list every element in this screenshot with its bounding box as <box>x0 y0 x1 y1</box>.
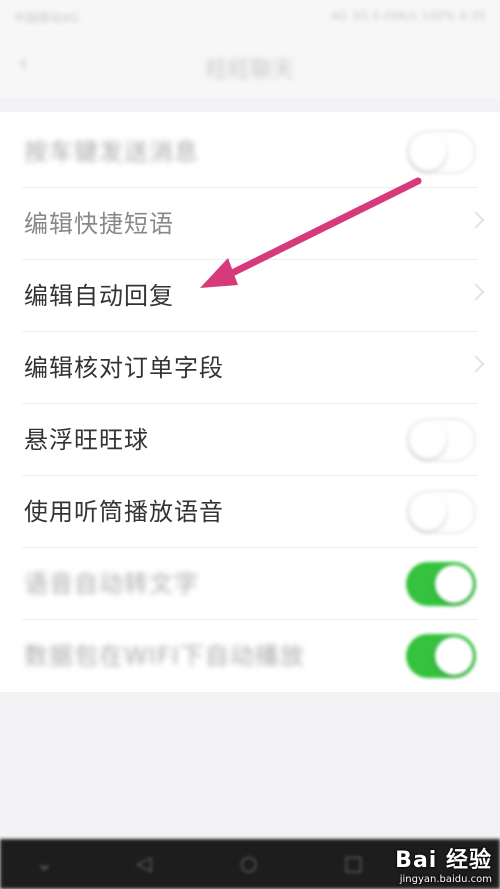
settings-row-label: 数据包在WIFI下自动播放 <box>24 642 305 670</box>
send-key-toggle[interactable] <box>406 130 476 174</box>
settings-row-label: 按车键发送消息 <box>24 138 199 166</box>
watermark: Bai 经验 jingyan.baidu.com <box>395 842 492 885</box>
floating-ball-toggle[interactable] <box>406 418 476 462</box>
settings-row-label: 语音自动转文字 <box>24 570 199 598</box>
settings-row-wifi-autoplay[interactable]: 数据包在WIFI下自动播放 <box>0 620 500 692</box>
settings-row-label: 悬浮旺旺球 <box>24 426 149 454</box>
settings-row-quick-phrases[interactable]: 编辑快捷短语 <box>0 188 500 260</box>
status-bar: 中国移动4G 4G 3G 0.00K/s 100% 4:35 <box>0 0 500 34</box>
recent-apps-icon[interactable]: □ <box>344 851 363 875</box>
settings-row-label: 使用听筒播放语音 <box>24 498 224 526</box>
settings-row-auto-reply[interactable]: 编辑自动回复 <box>0 260 500 332</box>
settings-row-send-key[interactable]: 按车键发送消息 <box>0 116 500 188</box>
watermark-brand: Bai 经验 <box>395 848 492 873</box>
toggle-knob <box>410 422 446 458</box>
settings-row-voice-to-text[interactable]: 语音自动转文字 <box>0 548 500 620</box>
toggle-knob <box>410 134 446 170</box>
watermark-url: jingyan.baidu.com <box>399 874 492 885</box>
toggle-knob <box>435 565 473 603</box>
carrier-text: 中国移动4G <box>14 11 79 25</box>
menu-icon[interactable]: ⌄ <box>36 851 53 875</box>
wifi-autoplay-toggle[interactable] <box>406 634 476 678</box>
chevron-right-icon <box>467 211 485 229</box>
back-icon[interactable]: ◁ <box>136 851 151 875</box>
voice-to-text-toggle[interactable] <box>406 562 476 606</box>
settings-row-order-fields[interactable]: 编辑核对订单字段 <box>0 332 500 404</box>
toggle-knob <box>435 637 473 675</box>
settings-row-label: 编辑快捷短语 <box>24 210 174 238</box>
header: ‹ 旺旺聊天 <box>0 34 500 98</box>
settings-list: 按车键发送消息 编辑快捷短语 编辑自动回复 编辑核对订单字段 悬浮旺旺球 使用听… <box>0 112 500 692</box>
settings-row-floating-ball[interactable]: 悬浮旺旺球 <box>0 404 500 476</box>
chevron-right-icon <box>467 283 485 301</box>
home-icon[interactable]: ○ <box>240 851 257 875</box>
chevron-right-icon <box>467 355 485 373</box>
toggle-knob <box>410 494 446 530</box>
settings-row-label: 编辑核对订单字段 <box>24 354 224 382</box>
earpiece-toggle[interactable] <box>406 490 476 534</box>
settings-row-earpiece[interactable]: 使用听筒播放语音 <box>0 476 500 548</box>
page-title: 旺旺聊天 <box>205 58 294 83</box>
status-indicators: 4G 3G 0.00K/s 100% 4:35 <box>330 9 486 23</box>
settings-row-label: 编辑自动回复 <box>24 282 174 310</box>
